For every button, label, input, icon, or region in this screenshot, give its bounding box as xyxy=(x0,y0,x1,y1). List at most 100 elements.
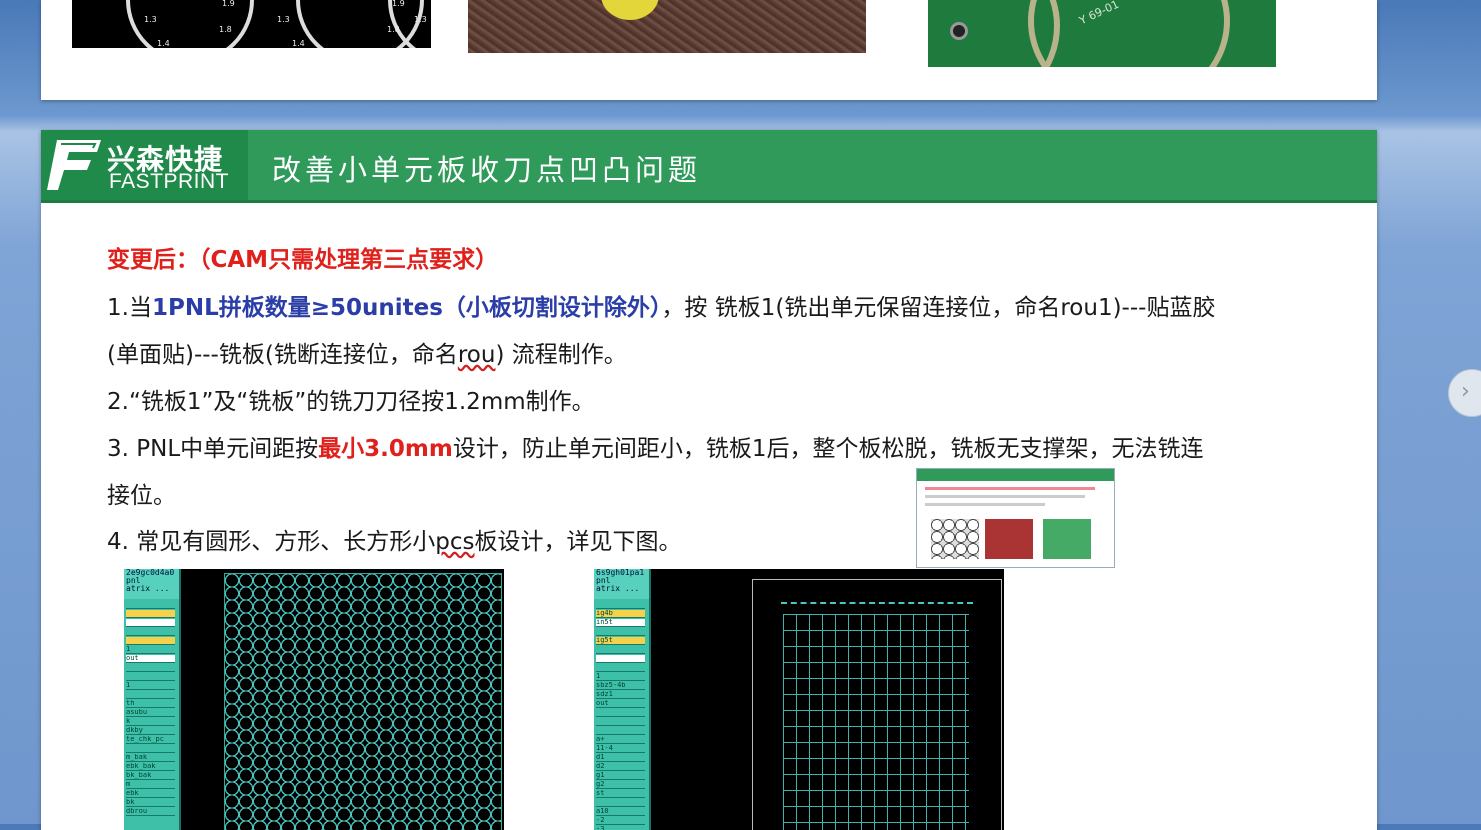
cam-layer-row[interactable]: in5t xyxy=(596,619,645,627)
cam-layer-row[interactable]: a+ xyxy=(596,736,645,744)
rectangle-array-preview xyxy=(752,579,1002,830)
cam-layer-row[interactable] xyxy=(126,745,175,753)
thumbnail-text-line xyxy=(925,503,1045,506)
cam-layer-row[interactable]: g2 xyxy=(596,781,645,789)
cam-layer-row[interactable]: g1 xyxy=(596,772,645,780)
cam-layer-row[interactable] xyxy=(126,610,175,618)
cam-layer-row[interactable]: th xyxy=(126,700,175,708)
cam-layer-row[interactable]: m xyxy=(126,781,175,789)
rectangle-grid xyxy=(783,614,969,830)
item-1-line-2: (单面贴)---铣板(铣断连接位，命名rou) 流程制作。 xyxy=(107,335,627,369)
cam-layer-row[interactable]: k xyxy=(126,718,175,726)
thumbnail-image xyxy=(985,519,1033,559)
item-3-line-2: 接位。 xyxy=(107,483,176,509)
next-slide-button[interactable]: › xyxy=(1448,369,1481,417)
cam-layer-row[interactable] xyxy=(126,664,175,672)
cam-layer-row[interactable] xyxy=(596,601,645,609)
thumbnail-image xyxy=(1043,519,1091,559)
previous-slide: 1.3 1.9 1.8 1.4 1.9 1.3 1.8 1.4 1.3 Y 69… xyxy=(41,0,1377,100)
cam-layer-header: 6s9gh01pa1 pnl atrix ... xyxy=(594,569,649,599)
slide-header: 兴森快捷 FASTPRINT 改善小单元板收刀点凹凸问题 xyxy=(41,130,1377,203)
item-1-line2-b: ) 流程制作。 xyxy=(495,342,627,368)
item-2: 2.“铣板1”及“铣板”的铣刀刀径按1.2mm制作。 xyxy=(107,389,595,415)
cam-layer-row[interactable]: asubu xyxy=(126,709,175,717)
item-1-line-1: 1.当1PNL拼板数量≥50unites（小板切割设计除外），按 铣板1(铣出单… xyxy=(107,288,1215,322)
fastprint-logo: 兴森快捷 FASTPRINT xyxy=(41,130,248,200)
cam-layer-row[interactable]: 1 xyxy=(596,673,645,681)
cam-layer-row[interactable] xyxy=(596,664,645,672)
cam-layer-row[interactable] xyxy=(126,673,175,681)
yellow-ball xyxy=(601,0,659,20)
gauge-label: 1.4 xyxy=(157,39,170,48)
cam-layer-panel: 2e9gc0d4a0 pnl atrix ... 1 out 1th asubu k dk… xyxy=(124,569,181,830)
item-4-a: 4. 常见有圆形、方形、长方形小 xyxy=(107,529,436,555)
pcb-ring xyxy=(1028,0,1230,67)
cam-layer-row[interactable]: d1 xyxy=(596,754,645,762)
cam-layer-row[interactable]: sdz1 xyxy=(596,691,645,699)
cam-layer-row[interactable] xyxy=(126,637,175,645)
cam-layer-row[interactable]: m_bak xyxy=(126,754,175,762)
item-3-prefix: 3. PNL中单元间距按 xyxy=(107,436,319,462)
cam-layer-row[interactable]: ig4b xyxy=(596,610,645,618)
cam-layer-row[interactable] xyxy=(126,628,175,636)
pcb-photo: Y 69-01 xyxy=(928,0,1276,67)
rout-path xyxy=(781,602,973,614)
cam-layer-row[interactable]: 1 xyxy=(126,682,175,690)
cam-layer-row[interactable]: sbz5-4b xyxy=(596,682,645,690)
item-1-line2-a: (单面贴)---铣板(铣断连接位，命名 xyxy=(107,342,458,368)
chevron-right-icon: › xyxy=(1461,379,1470,404)
cam-layer-row[interactable]: out xyxy=(596,700,645,708)
cam-layer-row[interactable]: a10 xyxy=(596,808,645,816)
yellow-ball-photo xyxy=(468,0,866,53)
item-3-highlight: 最小3.0mm xyxy=(318,436,453,462)
cam-layer-row[interactable]: te_chk_pc xyxy=(126,736,175,744)
cam-layer-row[interactable]: d2 xyxy=(596,763,645,771)
cam-layer-row[interactable]: ig5t xyxy=(596,637,645,645)
circle-array-preview xyxy=(224,573,502,830)
item-1-highlight: 1PNL拼板数量≥50unites（小板切割设计除外） xyxy=(151,295,662,321)
change-heading: 变更后：（CAM只需处理第三点要求） xyxy=(107,247,499,273)
cam-layer-row[interactable] xyxy=(596,718,645,726)
cam-layer-row[interactable] xyxy=(596,709,645,717)
cam-layer-row[interactable]: st xyxy=(596,790,645,798)
cam-layer-row[interactable]: 1 xyxy=(126,646,175,654)
cam-layer-row[interactable]: bk_bak xyxy=(126,772,175,780)
cam-layer-row[interactable] xyxy=(126,619,175,627)
gauge-label: 1.3 xyxy=(144,15,157,24)
cam-layer-row[interactable]: out xyxy=(126,655,175,663)
cam-layer-row[interactable] xyxy=(596,646,645,654)
cam-layer-row[interactable]: ebk_bak xyxy=(126,763,175,771)
cam-matrix-button[interactable]: atrix ... xyxy=(124,585,179,593)
pcb-hole xyxy=(950,22,968,40)
item-4-underlined: pcs xyxy=(435,529,475,555)
thumbnail-text-line xyxy=(925,495,1085,498)
thumbnail-text-line xyxy=(925,487,1095,490)
item-1-rest: ，按 铣板1(铣出单元保留连接位，命名rou1)---贴蓝胶 xyxy=(661,295,1216,321)
cam-matrix-button[interactable]: atrix ... xyxy=(594,585,649,593)
gauge-label: 1.3 xyxy=(277,15,290,24)
cam-layer-row[interactable]: 11-4 xyxy=(596,745,645,753)
gauge-drawing: 1.3 1.9 1.8 1.4 1.9 1.3 1.8 1.4 1.3 xyxy=(126,0,427,48)
cam-layer-row[interactable] xyxy=(126,691,175,699)
logo-mark-icon xyxy=(47,140,101,190)
thumbnail-image xyxy=(931,519,979,559)
cam-layer-row[interactable] xyxy=(126,601,175,609)
cam-layer-row[interactable] xyxy=(596,655,645,663)
cam-layer-row[interactable] xyxy=(596,799,645,807)
slide-thumbnail xyxy=(916,468,1115,568)
cam-layer-row[interactable]: ebk xyxy=(126,790,175,798)
cam-layer-row[interactable] xyxy=(596,628,645,636)
cam-layer-row[interactable]: bk xyxy=(126,799,175,807)
gauge-label: 1.9 xyxy=(392,0,405,8)
cam-layer-row[interactable]: dbrou xyxy=(126,808,175,816)
slide-title: 改善小单元板收刀点凹凸问题 xyxy=(272,153,702,187)
cam-layer-header: 2e9gc0d4a0 pnl atrix ... xyxy=(124,569,179,599)
cam-layer-row[interactable]: dkby xyxy=(126,727,175,735)
cam-layer-row[interactable] xyxy=(596,727,645,735)
cam-screenshot-rectangles: 6s9gh01pa1 pnl atrix ... ig4b in5t ig5t 1 sb… xyxy=(594,569,1004,830)
item-3-rest: 设计，防止单元间距小，铣板1后，整个板松脱，铣板无支撑架，无法铣连 xyxy=(452,436,1204,462)
cam-layer-row[interactable]: -3 xyxy=(596,826,645,830)
logo-english-name: FASTPRINT xyxy=(109,170,230,193)
current-slide: 兴森快捷 FASTPRINT 改善小单元板收刀点凹凸问题 变更后：（CAM只需处… xyxy=(41,130,1377,830)
item-1-prefix: 1.当 xyxy=(107,295,152,321)
